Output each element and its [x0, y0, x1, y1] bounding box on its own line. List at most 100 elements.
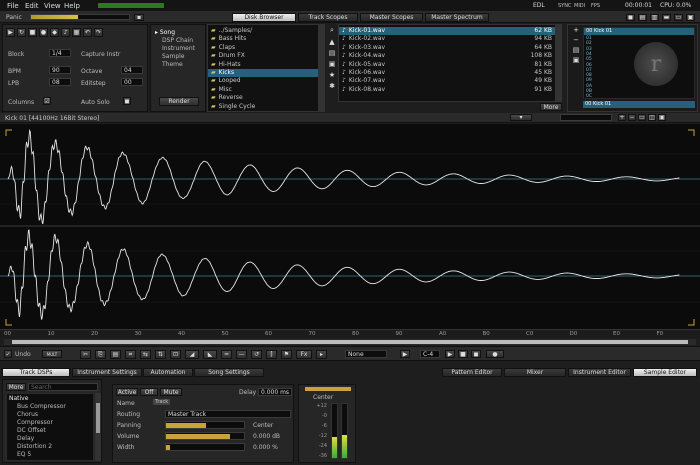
- instrument-row[interactable]: 05: [586, 57, 592, 62]
- category-song[interactable]: ▸ Song: [151, 29, 205, 37]
- autosolo-toggle[interactable]: ◼: [123, 97, 131, 105]
- waveform-view[interactable]: [0, 124, 700, 329]
- zoom-out-icon[interactable]: −: [628, 114, 636, 121]
- pattern-icon[interactable]: ▦: [72, 28, 81, 37]
- file-item[interactable]: ♪ Kick-02.wav 94 KB: [339, 35, 555, 43]
- redo-icon[interactable]: ↷: [94, 28, 103, 37]
- menu-view[interactable]: View: [44, 2, 61, 10]
- file-item[interactable]: ♪ Kick-01.wav 62 KB: [339, 27, 555, 35]
- process-icon[interactable]: ▸: [316, 350, 327, 359]
- fade-in-icon[interactable]: ◢: [185, 350, 199, 359]
- note-field[interactable]: C-4: [420, 350, 440, 358]
- off-button[interactable]: Off: [140, 388, 158, 396]
- add-instrument-icon[interactable]: +: [570, 26, 582, 34]
- interpolation-select[interactable]: None: [345, 350, 387, 358]
- sample-slot-selected[interactable]: 00 Kick 01: [583, 101, 695, 108]
- bottom-tab-mixer[interactable]: Mixer: [504, 368, 566, 377]
- volume-slider[interactable]: [165, 432, 245, 440]
- routing-select[interactable]: Master Track: [165, 410, 291, 418]
- reverse-icon[interactable]: ⇆: [140, 350, 151, 359]
- status-sync[interactable]: SYNC: [558, 3, 571, 9]
- save-instrument-icon[interactable]: ▣: [570, 56, 582, 64]
- instrument-selected[interactable]: 00 Kick 01: [584, 28, 694, 35]
- fx-button[interactable]: Fx: [296, 350, 312, 359]
- folder-item[interactable]: ▰ Claps: [208, 44, 318, 52]
- preview-mute-icon[interactable]: ◼: [471, 350, 481, 358]
- instrument-row[interactable]: 03: [586, 47, 592, 52]
- invert-icon[interactable]: ⇅: [155, 350, 166, 359]
- autosolo-label[interactable]: Auto Solo: [81, 99, 110, 106]
- folder-item[interactable]: ▰ Hi-Hats: [208, 61, 318, 69]
- vu-options-button[interactable]: ▪: [134, 14, 144, 21]
- dsp-item[interactable]: EQ 5: [17, 451, 31, 458]
- copy-icon[interactable]: ⎘: [95, 350, 106, 359]
- mini-toggle-button[interactable]: ▾: [510, 114, 532, 121]
- top-tab-master-spectrum[interactable]: Master Spectrum: [425, 13, 489, 22]
- h-scrollbar-thumb[interactable]: [12, 340, 688, 344]
- category-dsp-chain[interactable]: DSP Chain: [151, 37, 205, 45]
- paste-icon[interactable]: ▤: [110, 350, 121, 359]
- slice-icon[interactable]: ⫿: [266, 350, 277, 359]
- stop-icon[interactable]: ■: [28, 28, 37, 37]
- favorite-icon[interactable]: ★: [327, 71, 337, 79]
- browser-more-button[interactable]: More: [540, 103, 562, 111]
- octave-field[interactable]: 04: [121, 66, 143, 74]
- block-field[interactable]: 1/4: [49, 49, 71, 57]
- marker-icon[interactable]: ⚑: [281, 350, 292, 359]
- preview-stop-icon[interactable]: ■: [458, 350, 468, 358]
- bottom-tab-track-dsps[interactable]: Track DSPs: [2, 368, 70, 377]
- cut-icon[interactable]: ✂: [80, 350, 91, 359]
- file-item[interactable]: ♪ Kick-05.wav 81 KB: [339, 61, 555, 69]
- menu-help[interactable]: Help: [64, 2, 80, 10]
- bpm-field[interactable]: 90: [49, 66, 71, 74]
- remove-instrument-icon[interactable]: −: [570, 36, 582, 44]
- zoom-sel-icon[interactable]: ◫: [648, 114, 656, 121]
- save-icon[interactable]: ▣: [327, 60, 337, 68]
- folder-item[interactable]: ▰ Kicks: [208, 69, 318, 77]
- loop-play-icon[interactable]: ▶: [400, 350, 410, 358]
- top-tab-disk-browser[interactable]: Disk Browser: [232, 13, 296, 22]
- preview-play-icon[interactable]: ▶: [445, 350, 455, 358]
- search-icon[interactable]: ⌕: [327, 26, 337, 35]
- render-button[interactable]: Render: [159, 97, 199, 106]
- status-fps[interactable]: FPS: [591, 3, 600, 9]
- folder-item[interactable]: ▰ Looped: [208, 77, 318, 85]
- folder-item[interactable]: ▰ Misc: [208, 86, 318, 94]
- lpb-field[interactable]: 08: [49, 78, 71, 86]
- bottom-tab-instrument-editor[interactable]: Instrument Editor: [568, 368, 631, 377]
- category-theme[interactable]: Theme: [151, 61, 205, 69]
- record-icon[interactable]: ●: [39, 28, 48, 37]
- menu-edit[interactable]: Edit: [25, 2, 39, 10]
- width-slider[interactable]: [165, 443, 245, 451]
- dsp-scrollbar[interactable]: [95, 393, 101, 461]
- disk-icon[interactable]: ▥: [650, 14, 659, 21]
- folder-item[interactable]: ▰ Reverse: [208, 94, 318, 102]
- folder-item[interactable]: ▰ Single Cycle: [208, 103, 318, 111]
- play-icon[interactable]: ▶: [6, 28, 15, 37]
- panning-slider[interactable]: [165, 421, 245, 429]
- mult-button[interactable]: MULT: [42, 350, 62, 358]
- loop-mode-icon[interactable]: ↺: [251, 350, 262, 359]
- dsp-category-native[interactable]: Native: [9, 395, 28, 402]
- dsp-item[interactable]: DC Offset: [17, 427, 46, 434]
- file-item[interactable]: ♪ Kick-06.wav 45 KB: [339, 69, 555, 77]
- dsp-item[interactable]: Distortion 2: [17, 443, 52, 450]
- dsp-more-button[interactable]: More: [6, 383, 26, 391]
- up-icon[interactable]: ▲: [327, 38, 337, 46]
- capture-label[interactable]: Capture Instr: [81, 51, 120, 58]
- dsp-item[interactable]: Delay: [17, 435, 34, 442]
- file-item[interactable]: ♪ Kick-07.wav 49 KB: [339, 77, 555, 85]
- load-instrument-icon[interactable]: ▤: [570, 46, 582, 54]
- bottom-tab-sample-editor[interactable]: Sample Editor: [633, 368, 697, 377]
- columns-toggle[interactable]: ☑: [43, 97, 51, 105]
- dc-icon[interactable]: ≈: [221, 350, 232, 359]
- instrument-row[interactable]: 09: [586, 78, 592, 83]
- zoom-in-icon[interactable]: +: [618, 114, 626, 121]
- folder-item[interactable]: ▰ Drum FX: [208, 52, 318, 60]
- file-item[interactable]: ♪ Kick-04.wav 108 KB: [339, 52, 555, 60]
- silence-icon[interactable]: —: [236, 350, 247, 359]
- instrument-row[interactable]: 0C: [586, 94, 592, 99]
- undo-icon[interactable]: ↶: [83, 28, 92, 37]
- top-tab-track-scopes[interactable]: Track Scopes: [298, 13, 358, 22]
- instrument-row[interactable]: 02: [586, 41, 592, 46]
